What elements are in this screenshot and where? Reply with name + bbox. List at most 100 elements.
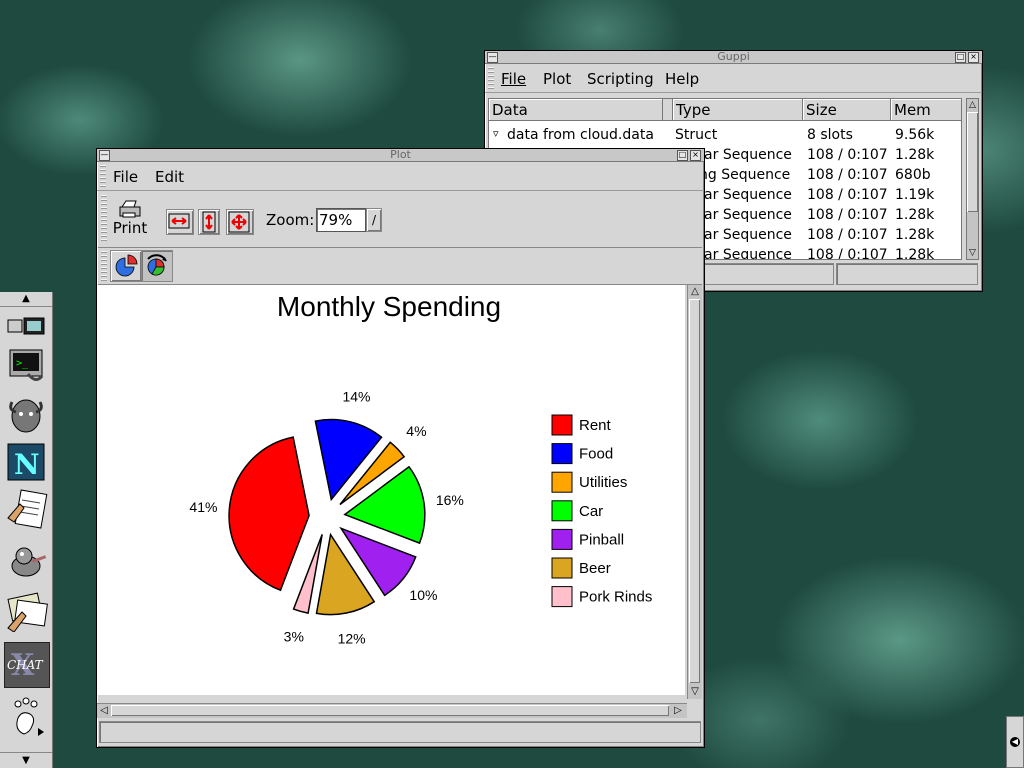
pie-chart-icon xyxy=(115,254,138,277)
scroll-thumb[interactable] xyxy=(967,112,978,212)
table-cell-mem: 1.19k xyxy=(895,187,935,203)
toolbar-handle[interactable] xyxy=(101,195,107,243)
menu-edit[interactable]: Edit xyxy=(155,168,184,186)
window-menu-button[interactable]: — xyxy=(99,150,110,161)
zoom-input[interactable]: 79% xyxy=(316,208,366,232)
terminal-icon[interactable]: >_ xyxy=(4,344,48,388)
table-cell-data: data from cloud.data xyxy=(507,127,654,143)
legend-label: Food xyxy=(579,446,613,463)
slice-percent-label: 3% xyxy=(284,628,304,644)
zoom-dropdown-button[interactable]: / xyxy=(366,208,382,232)
table-cell-size: 8 slots xyxy=(807,127,853,143)
fit-height-button[interactable] xyxy=(198,209,220,235)
slice-percent-label: 16% xyxy=(436,492,464,508)
scroll-down-arrow-icon[interactable]: ▽ xyxy=(688,685,702,699)
scroll-thumb[interactable] xyxy=(689,299,700,683)
slice-percent-label: 10% xyxy=(409,587,437,603)
menubar-handle[interactable] xyxy=(488,67,494,89)
legend-label: Beer xyxy=(579,560,611,577)
legend-label: Pork Rinds xyxy=(579,589,652,606)
plot-window: — Plot □ × File Edit Print Zoom: 79% / M… xyxy=(96,148,705,748)
table-cell-mem: 1.28k xyxy=(895,227,935,243)
menubar-handle[interactable] xyxy=(100,165,106,187)
table-cell-size: 108 / 0:107 xyxy=(807,187,888,203)
menu-plot[interactable]: Plot xyxy=(543,70,571,88)
window-menu-button[interactable]: — xyxy=(487,52,498,63)
menu-help[interactable]: Help xyxy=(665,70,699,88)
menu-file[interactable]: File xyxy=(113,168,138,186)
plot-vscrollbar[interactable]: △ ▽ xyxy=(687,285,702,699)
plot-toolbar: Print Zoom: 79% / xyxy=(98,191,702,248)
plot-hscrollbar[interactable]: ◁ ▷ xyxy=(97,703,687,718)
window-title: Guppi xyxy=(717,50,750,63)
mail-icon[interactable] xyxy=(4,588,48,633)
table-cell-mem: 9.56k xyxy=(895,127,935,143)
text-editor-icon[interactable] xyxy=(4,488,48,532)
table-cell-mem: 1.28k xyxy=(895,247,935,260)
table-cell-mem: 1.28k xyxy=(895,207,935,223)
legend-swatch xyxy=(551,500,573,522)
scroll-thumb[interactable] xyxy=(111,705,669,716)
gnu-icon[interactable] xyxy=(4,392,48,436)
scroll-left-arrow-icon[interactable]: ◁ xyxy=(97,704,111,718)
guppi-vscrollbar[interactable]: △ ▽ xyxy=(966,98,979,260)
chart-title: Monthly Spending xyxy=(277,291,501,322)
toolbar-handle[interactable] xyxy=(101,251,107,281)
svg-text:N: N xyxy=(14,448,40,481)
progress-field xyxy=(836,263,978,285)
expander-icon[interactable]: ▿ xyxy=(493,127,499,140)
table-cell-size: 108 / 0:107 xyxy=(807,147,888,163)
panel-hide-top-button[interactable]: ▲ xyxy=(0,292,52,307)
table-cell-mem: 680b xyxy=(895,167,931,183)
scroll-up-arrow-icon[interactable]: △ xyxy=(688,285,702,299)
fit-both-button[interactable] xyxy=(226,209,254,235)
print-button[interactable]: Print xyxy=(110,199,150,243)
table-cell-size: 108 / 0:107 xyxy=(807,227,888,243)
zoom-value: 79% xyxy=(319,211,353,229)
plot-titlebar[interactable]: — Plot □ × xyxy=(97,149,704,162)
legend-swatch xyxy=(551,443,573,465)
scroll-down-arrow-icon[interactable]: ▽ xyxy=(967,247,978,259)
pie-slice-food xyxy=(314,418,383,502)
menu-file[interactable]: File xyxy=(501,70,526,88)
monitor-icon[interactable] xyxy=(4,312,48,342)
table-cell-mem: 1.28k xyxy=(895,147,935,163)
column-resize-grip[interactable] xyxy=(663,99,673,121)
gnome-foot-icon[interactable] xyxy=(4,694,48,738)
xchat-icon[interactable]: X CHAT xyxy=(4,642,50,688)
maximize-button[interactable]: □ xyxy=(677,150,688,161)
table-cell-type: Struct xyxy=(675,127,718,143)
legend-swatch xyxy=(551,471,573,493)
column-header-type[interactable]: Type xyxy=(673,99,803,121)
column-header-mem[interactable]: Mem xyxy=(891,99,961,121)
fit-width-button[interactable] xyxy=(166,209,194,235)
legend-swatch xyxy=(551,557,573,579)
netscape-icon[interactable]: N xyxy=(4,440,48,484)
maximize-button[interactable]: □ xyxy=(955,52,966,63)
explode-pie-button[interactable] xyxy=(110,250,142,282)
close-button[interactable]: × xyxy=(968,52,979,63)
table-row[interactable]: ▿ data from cloud.data Struct 8 slots 9.56k xyxy=(489,126,961,146)
rotate-pie-button[interactable] xyxy=(141,250,173,282)
printer-icon xyxy=(119,200,141,218)
pie-chart: Monthly Spending 41% 14% 4% 16% 10% 12% 3% Ren… xyxy=(97,285,685,695)
column-header-size[interactable]: Size xyxy=(803,99,891,121)
column-header-data[interactable]: Data xyxy=(489,99,663,121)
zoom-label: Zoom: xyxy=(266,211,315,229)
gimp-icon[interactable] xyxy=(4,538,48,582)
legend-swatch xyxy=(551,414,573,436)
close-button[interactable]: × xyxy=(690,150,701,161)
pie-slice-rent xyxy=(228,436,310,592)
svg-text:CHAT: CHAT xyxy=(7,658,44,672)
scroll-up-arrow-icon[interactable]: △ xyxy=(967,99,978,111)
scroll-right-arrow-icon[interactable]: ▷ xyxy=(671,704,685,718)
guppi-titlebar[interactable]: — Guppi □ × xyxy=(485,51,982,64)
legend-label: Pinball xyxy=(579,531,624,548)
plot-menubar: File Edit xyxy=(97,162,704,191)
slice-percent-label: 14% xyxy=(342,389,370,405)
panel-corner-button[interactable]: ◀ xyxy=(1006,716,1024,768)
gnome-panel: ▲ >_ N X CHAT ▼ xyxy=(0,292,53,768)
menu-scripting[interactable]: Scripting xyxy=(587,70,654,88)
panel-hide-bottom-button[interactable]: ▼ xyxy=(0,752,52,768)
guppi-menubar: File Plot Scripting Help xyxy=(485,64,982,93)
